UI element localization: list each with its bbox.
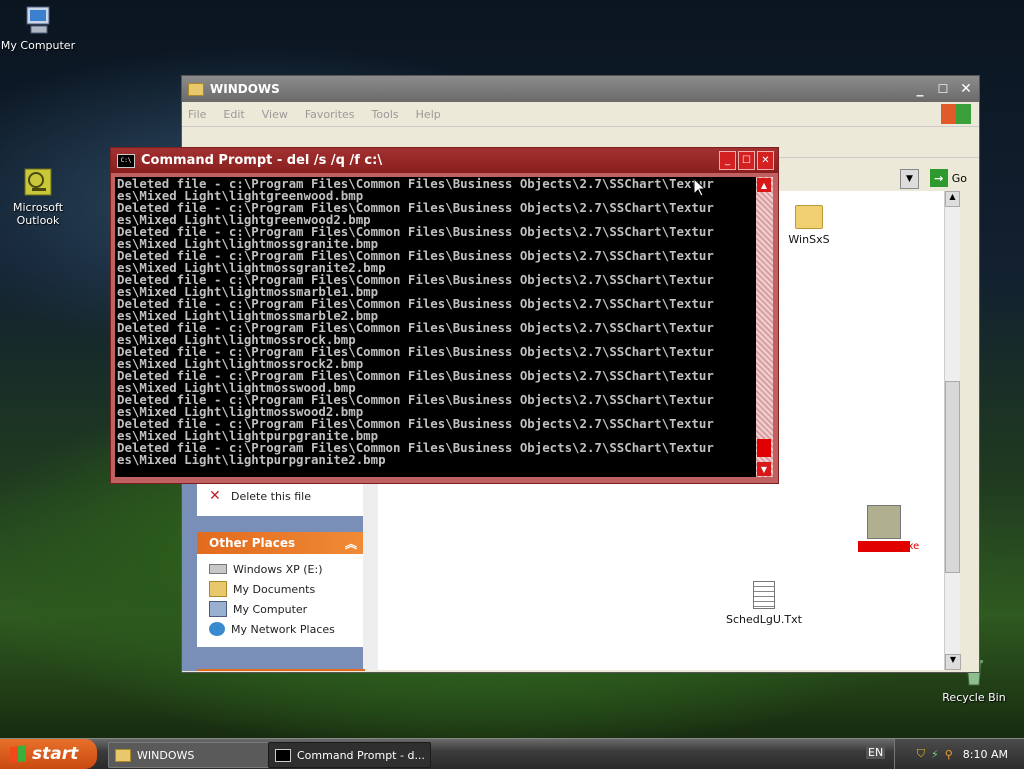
folder-icon [188,82,204,96]
cmd-icon [275,748,291,762]
console-text: Deleted file - c:\Program Files\Common F… [117,177,714,467]
mouse-cursor-icon [693,177,707,200]
place-label: My Computer [233,602,308,616]
taskbar-btn-label: WINDOWS [137,748,195,762]
close-button[interactable]: ✕ [956,79,976,99]
place-my-network[interactable]: My Network Places [197,619,365,639]
cmd-maximize-button[interactable]: ☐ [738,151,755,170]
collapse-chevron-icon[interactable]: ︽ [345,535,357,552]
minimize-button[interactable]: _ [910,79,930,99]
explorer-exe-icon [867,505,901,539]
scroll-thumb[interactable] [945,381,960,573]
place-label: Windows XP (E:) [233,562,323,576]
start-button[interactable]: start [0,739,97,769]
delete-file-label: Delete this file [231,489,311,503]
drive-icon [209,564,227,574]
menu-help[interactable]: Help [416,108,441,121]
menu-file[interactable]: File [188,108,206,121]
cmd-scrollbar[interactable]: ▲ ▼ [756,177,773,477]
start-label: start [32,744,79,764]
taskbar: start WINDOWS Command Prompt - d... EN ⛉… [0,738,1024,769]
place-my-documents[interactable]: My Documents [197,579,365,599]
desktop-icon-label: Recycle Bin [942,691,1006,704]
desktop-icon-my-computer[interactable]: My Computer [0,4,78,52]
menu-favorites[interactable]: Favorites [305,108,355,121]
folder-icon [795,205,823,229]
explorer-titlebar[interactable]: WINDOWS _ ☐ ✕ [182,76,979,102]
console-output[interactable]: Deleted file - c:\Program Files\Common F… [115,177,756,477]
file-item-winsxs[interactable]: WinSxS [784,205,834,246]
taskbar-btn-cmd[interactable]: Command Prompt - d... [268,742,431,768]
maximize-button[interactable]: ☐ [933,79,953,99]
desktop-icon-outlook[interactable]: Microsoft Outlook [0,166,78,227]
cmd-scroll-thumb[interactable] [757,439,771,457]
file-name: SchedLgU.Txt [726,613,802,626]
place-windows-xp-drive[interactable]: Windows XP (E:) [197,559,365,579]
go-button[interactable]: → Go [929,169,967,187]
other-places-header[interactable]: Other Places ︽ [197,532,365,554]
desktop-icon-label: Microsoft Outlook [12,201,64,227]
security-shield-icon[interactable]: ⛉ [917,747,925,761]
taskbar-btn-windows[interactable]: WINDOWS [108,742,270,768]
menu-tools[interactable]: Tools [372,108,399,121]
text-file-icon [753,581,775,609]
language-indicator[interactable]: EN [866,746,886,759]
place-label: My Network Places [231,622,335,636]
cmd-titlebar[interactable]: C:\ Command Prompt - del /s /q /f c:\ _ … [111,148,778,173]
cmd-title: Command Prompt - del /s /q /f c:\ [141,153,383,168]
menu-edit[interactable]: Edit [223,108,244,121]
cmd-scroll-up-icon[interactable]: ▲ [757,178,771,192]
task-box-bottom-edge [197,669,365,671]
outlook-icon [22,166,54,198]
menu-view[interactable]: View [262,108,288,121]
delete-file-task[interactable]: ✕ Delete this file [197,481,365,506]
other-places-title: Other Places [209,536,296,550]
file-item-explorer-exe[interactable]: explorer.exe [858,505,920,552]
search-tray-icon[interactable]: ⚲ [945,748,953,761]
delete-x-icon: ✕ [209,488,221,504]
file-item-schedlgu[interactable]: SchedLgU.Txt [724,581,804,626]
menu-bar: File Edit View Favorites Tools Help [182,102,979,127]
folder-icon [115,748,131,762]
cmd-scroll-down-icon[interactable]: ▼ [757,462,771,476]
address-dropdown[interactable]: ▼ [900,169,919,189]
clock[interactable]: 8:10 AM [963,748,1008,761]
scroll-up-arrow-icon[interactable]: ▲ [945,191,960,207]
command-prompt-window[interactable]: C:\ Command Prompt - del /s /q /f c:\ _ … [110,147,779,484]
windows-logo-icon [10,745,26,763]
explorer-title: WINDOWS [210,82,280,96]
place-my-computer[interactable]: My Computer [197,599,365,619]
computer-icon [209,601,227,617]
system-tray: ⛉ ⚡ ⚲ 8:10 AM [894,739,1024,769]
file-name: WinSxS [788,233,830,246]
file-view-scrollbar[interactable]: ▲ ▼ [944,191,961,670]
go-label: Go [951,171,967,185]
cmd-close-button[interactable]: ✕ [757,151,774,170]
cmd-icon: C:\ [117,153,135,168]
windows-flag-icon [941,104,971,124]
network-tray-icon[interactable]: ⚡ [931,748,939,761]
scroll-down-arrow-icon[interactable]: ▼ [945,654,961,670]
taskbar-btn-label: Command Prompt - d... [297,748,425,762]
place-label: My Documents [233,582,316,596]
desktop-icon-label: My Computer [0,39,76,52]
go-arrow-icon: → [929,169,948,187]
computer-icon [22,4,54,36]
cmd-minimize-button[interactable]: _ [719,151,736,170]
network-icon [209,622,225,636]
other-places-box: Other Places ︽ Windows XP (E:) My Docume… [197,532,365,647]
documents-icon [209,581,227,597]
file-tasks-box: ✕ Delete this file [197,481,365,516]
file-name: explorer.exe [858,541,920,552]
